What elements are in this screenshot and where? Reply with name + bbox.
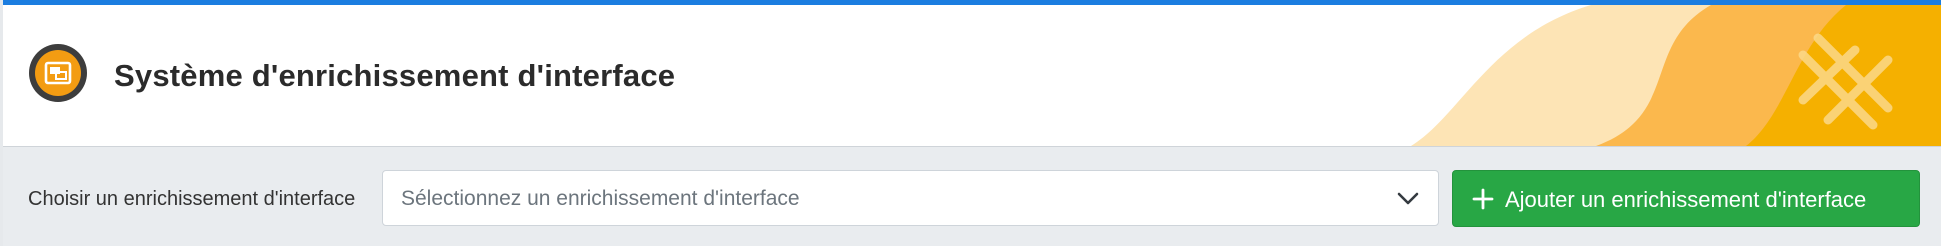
add-enrichment-button[interactable]: Ajouter un enrichissement d'interface — [1452, 170, 1920, 227]
plus-icon — [1472, 188, 1494, 210]
page: Système d'enrichissement d'interface Cho… — [0, 0, 1941, 246]
choose-enrichment-label: Choisir un enrichissement d'interface — [28, 188, 356, 210]
page-header: Système d'enrichissement d'interface — [3, 5, 1941, 147]
app-icon — [29, 44, 87, 102]
x-lines-icon — [1798, 33, 1893, 130]
chevron-down-icon — [1397, 192, 1419, 205]
top-accent-bar — [3, 0, 1941, 5]
enrichment-select[interactable]: Sélectionnez un enrichissement d'interfa… — [382, 170, 1439, 226]
add-enrichment-label: Ajouter un enrichissement d'interface — [1505, 187, 1867, 212]
toolbar: Choisir un enrichissement d'interface Sé… — [3, 147, 1941, 246]
window-layers-icon — [35, 50, 81, 96]
select-placeholder: Sélectionnez un enrichissement d'interfa… — [401, 187, 800, 210]
page-title: Système d'enrichissement d'interface — [114, 58, 676, 93]
